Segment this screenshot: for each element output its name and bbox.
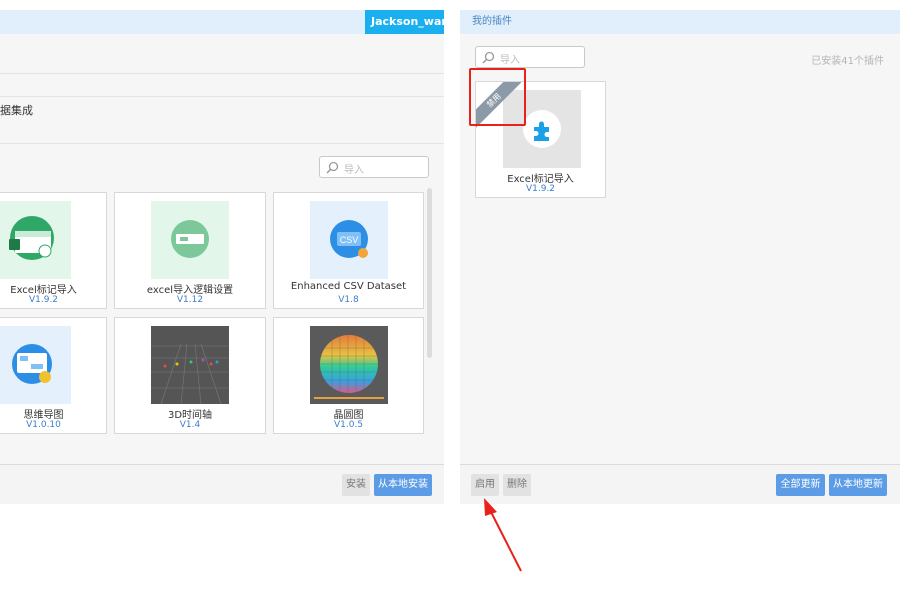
csv-icon: CSV — [310, 201, 388, 279]
search-placeholder: 导入 — [344, 165, 364, 176]
plugin-version: V1.9.2 — [28, 295, 59, 305]
plugin-version: V1.0.10 — [26, 420, 61, 430]
plugin-name: Excel标记导入 — [507, 174, 574, 185]
my-plugins-panel: 我的插件 导入 已安装41个插件 禁用 Excel标记导入 V1.9.2 启用 … — [460, 10, 900, 504]
plugin-card[interactable]: 3D时间轴 V1.4 — [114, 317, 266, 434]
highlight-box — [469, 68, 526, 126]
plugin-card[interactable]: excel导入逻辑设置 V1.12 — [114, 192, 266, 309]
installed-count: 已安装41个插件 — [811, 56, 884, 67]
update-all-button[interactable]: 全部更新 — [776, 474, 825, 496]
my-plugins-header: 我的插件 — [460, 10, 900, 34]
plugin-card[interactable]: CSV Enhanced CSV Dataset V1.8 — [273, 192, 424, 309]
divider — [0, 143, 444, 144]
local-install-button[interactable]: 从本地安装 — [374, 474, 432, 496]
my-plugins-search-input[interactable]: 导入 — [475, 46, 585, 68]
category-label[interactable]: 据集成 — [0, 102, 33, 118]
mindmap-icon — [0, 326, 71, 404]
store-header: Jackson_wang — [0, 10, 444, 34]
excel-logic-icon — [151, 201, 229, 279]
wafer-map-icon — [310, 326, 388, 404]
store-search-input[interactable]: 导入 — [319, 156, 429, 178]
plugin-card[interactable]: 晶圆图 V1.0.5 — [273, 317, 424, 434]
plugin-version: V1.0.5 — [333, 420, 364, 430]
plugin-version: V1.12 — [176, 295, 204, 305]
plugin-version: V1.4 — [179, 420, 201, 430]
plugin-version: V1.8 — [338, 295, 359, 305]
install-button[interactable]: 安装 — [342, 474, 370, 496]
plugin-name: 晶圆图 — [333, 410, 364, 421]
store-footer: 安装 从本地安装 — [0, 464, 444, 504]
plugin-version: V1.9.2 — [525, 184, 556, 194]
enable-button[interactable]: 启用 — [471, 474, 499, 496]
search-icon — [326, 161, 339, 174]
divider — [0, 96, 444, 97]
plugin-card[interactable]: Excel标记导入 V1.9.2 — [0, 192, 107, 309]
user-name[interactable]: Jackson_wang — [365, 10, 444, 34]
scrollbar[interactable] — [427, 188, 432, 358]
search-icon — [482, 51, 495, 64]
search-placeholder: 导入 — [500, 55, 520, 66]
plugin-card[interactable]: 思维导图 V1.0.10 — [0, 317, 107, 434]
local-update-button[interactable]: 从本地更新 — [829, 474, 887, 496]
plugin-store-panel: Jackson_wang 据集成 导入 Excel标记导入 V1.9.2 exc… — [0, 10, 444, 504]
divider — [0, 73, 444, 74]
delete-button[interactable]: 删除 — [503, 474, 531, 496]
svg-text:CSV: CSV — [340, 235, 359, 245]
plugin-name: 3D时间轴 — [167, 410, 213, 421]
timeline-3d-icon — [151, 326, 229, 405]
plugin-name: Enhanced CSV Dataset — [290, 281, 407, 292]
panel-title: 我的插件 — [472, 16, 512, 27]
plugin-name: excel导入逻辑设置 — [146, 285, 234, 296]
excel-import-icon — [0, 201, 71, 279]
plugin-name: 思维导图 — [23, 410, 64, 421]
plugin-name: Excel标记导入 — [10, 285, 77, 296]
my-plugins-footer: 启用 删除 全部更新 从本地更新 — [460, 464, 900, 504]
